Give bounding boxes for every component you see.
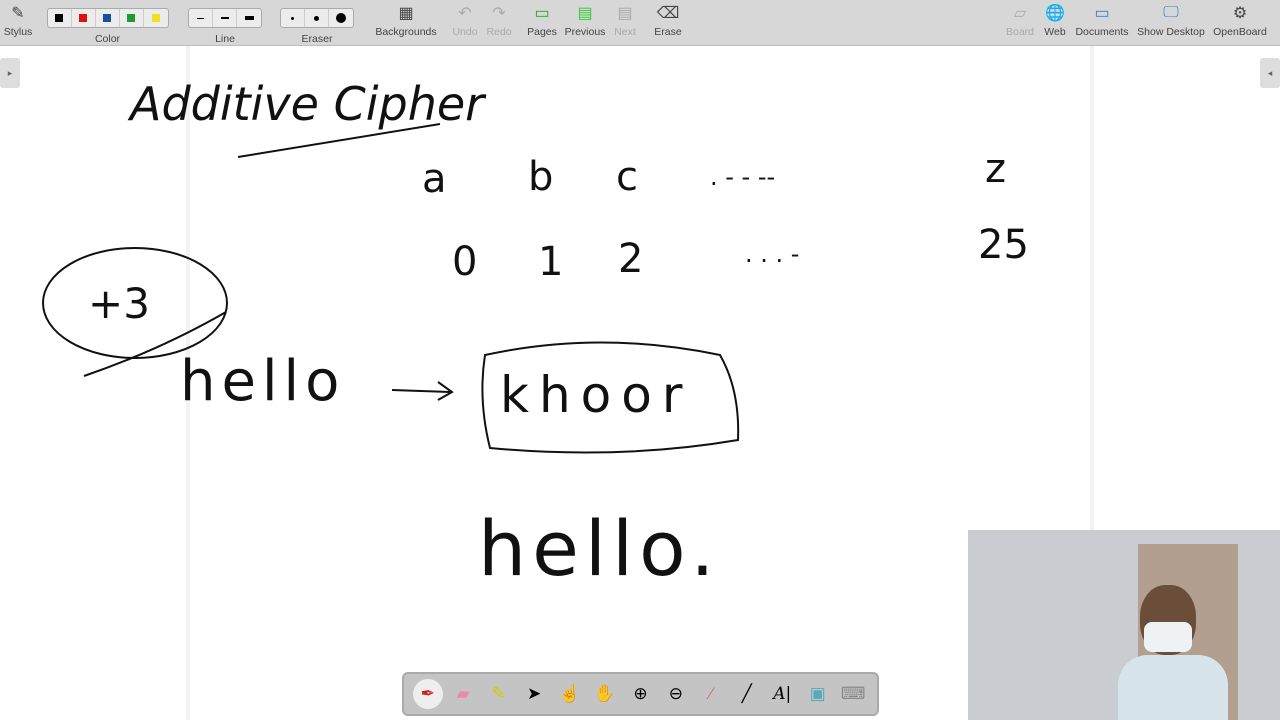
color-picker[interactable]: Color: [45, 0, 170, 46]
number-2: 2: [618, 236, 643, 282]
next-page-icon: ▤: [617, 5, 633, 22]
presenter-mask: [1144, 622, 1192, 652]
webcam-overlay: [968, 530, 1280, 720]
redo-button[interactable]: ↷ Redo: [484, 0, 514, 46]
numbers-ellipsis: . . . -: [745, 240, 799, 268]
arrow-stroke: [391, 381, 454, 401]
color-swatch-1[interactable]: [72, 9, 96, 27]
show-desktop-button[interactable]: 🖵 Show Desktop: [1136, 0, 1206, 46]
laser-pointer-icon[interactable]: ⁄: [696, 679, 726, 709]
line-thin[interactable]: [189, 9, 213, 27]
openboard-menu-button[interactable]: ⚙ OpenBoard: [1212, 0, 1268, 46]
highlighter-icon[interactable]: ✎: [484, 679, 514, 709]
selector-icon[interactable]: ➤: [519, 679, 549, 709]
pages-button[interactable]: ▭ Pages: [526, 0, 558, 46]
documents-button[interactable]: ▭ Documents: [1074, 0, 1130, 46]
line-thick[interactable]: [237, 9, 261, 27]
decrypted-text: hello.: [478, 504, 720, 593]
undo-icon: ↶: [458, 5, 472, 22]
web-button[interactable]: 🌐 Web: [1042, 0, 1068, 46]
previous-button[interactable]: ▤ Previous: [563, 0, 607, 46]
color-swatch-0[interactable]: [48, 9, 72, 27]
eraser-size-picker[interactable]: Eraser: [280, 0, 354, 46]
zoom-in-icon[interactable]: ⊕: [625, 679, 655, 709]
tools-dock: ✒ ▰ ✎ ➤ ☝ ✋ ⊕ ⊖ ⁄ ╱ A| ▣ ⌨: [402, 672, 879, 716]
number-0: 0: [452, 239, 477, 285]
backgrounds-button[interactable]: ▦ Backgrounds: [374, 0, 438, 46]
pen-icon[interactable]: ✒: [412, 679, 443, 709]
undo-button[interactable]: ↶ Undo: [450, 0, 480, 46]
top-toolbar: ✎ Stylus Color Line Eraser ▦ Backgrounds ↶…: [0, 0, 1280, 46]
letter-z: z: [985, 146, 1006, 192]
number-1: 1: [538, 239, 563, 285]
eraser-large[interactable]: [329, 9, 353, 27]
color-swatches[interactable]: [46, 8, 169, 28]
line-medium[interactable]: [213, 9, 237, 27]
next-button[interactable]: ▤ Next: [610, 0, 640, 46]
color-swatch-4[interactable]: [144, 9, 168, 27]
previous-page-icon: ▤: [577, 5, 593, 22]
board-icon: ▱: [1013, 5, 1027, 22]
folder-icon: ▭: [1094, 5, 1110, 22]
number-25: 25: [978, 222, 1029, 268]
letter-b: b: [528, 154, 553, 200]
zoom-out-icon[interactable]: ⊖: [661, 679, 691, 709]
eraser-medium[interactable]: [305, 9, 329, 27]
color-swatch-2[interactable]: [96, 9, 120, 27]
numbers-row: 0 1 2 . . . - 25: [452, 222, 1029, 285]
erase-button[interactable]: ⌫ Erase: [652, 0, 684, 46]
line-icon[interactable]: ╱: [732, 679, 762, 709]
stylus-icon: ✎: [11, 5, 25, 22]
redo-icon: ↷: [492, 5, 506, 22]
keyboard-icon[interactable]: ⌨: [838, 679, 868, 709]
stylus-button[interactable]: ✎ Stylus: [2, 0, 34, 46]
ciphertext: khoor: [500, 366, 692, 424]
letter-a: a: [422, 156, 447, 202]
letter-c: c: [616, 154, 638, 200]
letters-row: a b c . - - -- z: [422, 146, 1006, 202]
desktop-icon: 🖵: [1163, 4, 1179, 21]
globe-icon: 🌐: [1045, 5, 1065, 22]
interact-icon[interactable]: ☝: [555, 679, 585, 709]
shift-value: +3: [88, 279, 150, 328]
gear-icon: ⚙: [1232, 5, 1248, 22]
add-page-icon: ▭: [534, 5, 550, 22]
hand-icon[interactable]: ✋: [590, 679, 620, 709]
eraser-small[interactable]: [281, 9, 305, 27]
board-title: Additive Cipher: [127, 77, 487, 131]
board-button[interactable]: ▱ Board: [1004, 0, 1036, 46]
color-swatch-3[interactable]: [120, 9, 144, 27]
text-icon[interactable]: A|: [767, 679, 797, 709]
letters-ellipsis: . - - --: [710, 163, 775, 191]
erase-icon: ⌫: [656, 5, 680, 22]
eraser-icon[interactable]: ▰: [448, 679, 478, 709]
backgrounds-icon: ▦: [398, 5, 414, 22]
plaintext: hello: [180, 349, 345, 414]
presenter-shirt: [1118, 655, 1228, 720]
line-width-picker[interactable]: Line: [187, 0, 263, 46]
capture-icon[interactable]: ▣: [803, 679, 833, 709]
